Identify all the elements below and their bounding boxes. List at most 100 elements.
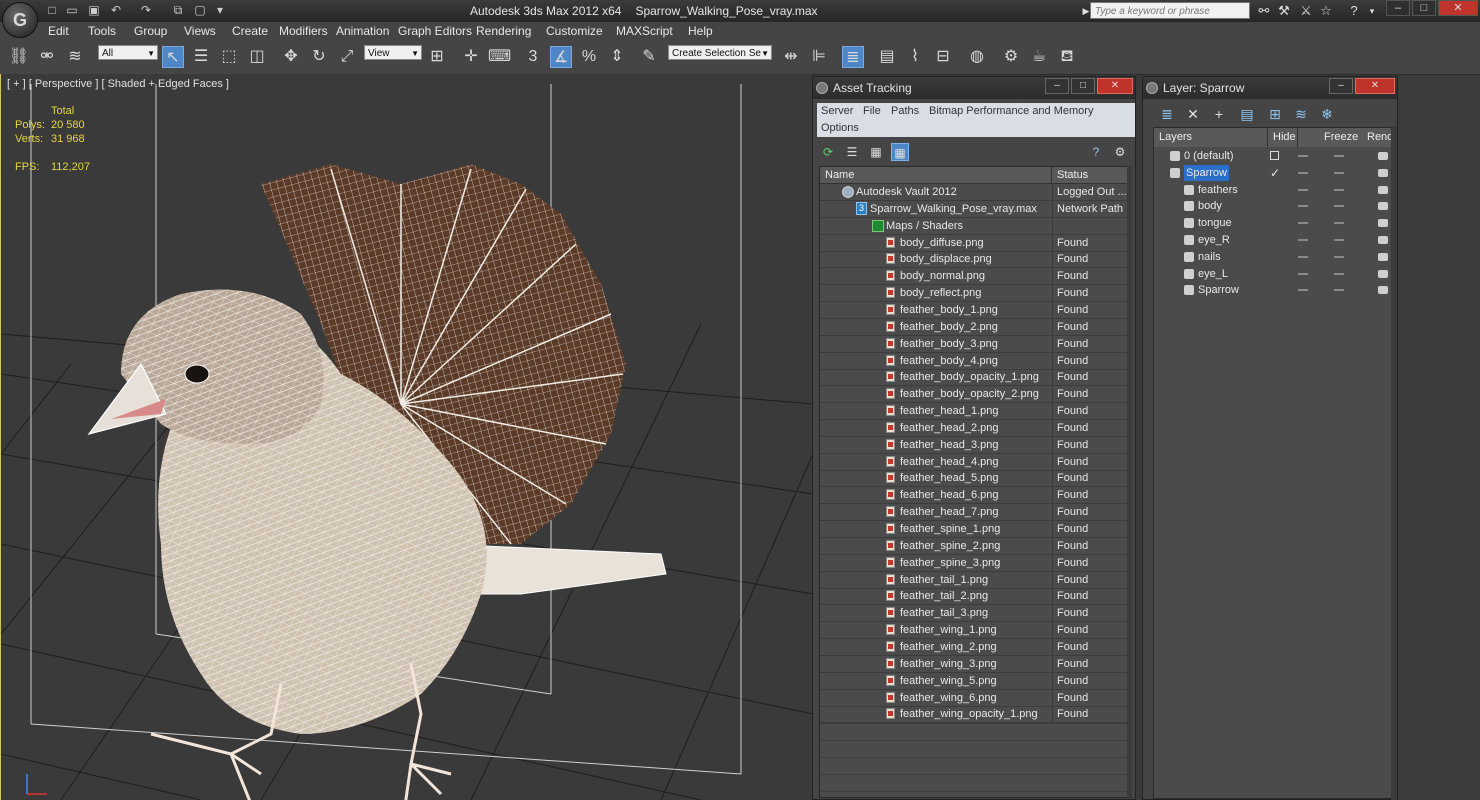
schematic-view-icon[interactable]: ⊟	[932, 46, 954, 68]
asset-scrollbar[interactable]	[1127, 166, 1132, 796]
column-header-layers[interactable]: Layers	[1154, 128, 1268, 147]
asset-menu-server[interactable]: Server	[821, 105, 853, 117]
hide-toggle[interactable]	[1298, 255, 1308, 258]
freeze-toggle[interactable]	[1334, 239, 1344, 241]
freeze-toggle[interactable]	[1334, 255, 1344, 258]
asset-row[interactable]: feather_wing_1.png Found	[820, 622, 1131, 640]
layer-row[interactable]: feathers	[1154, 182, 1394, 199]
asset-row[interactable]: feather_head_1.png Found	[820, 403, 1131, 421]
menu-rendering[interactable]: Rendering	[476, 24, 531, 38]
menu-create[interactable]: Create	[232, 24, 268, 38]
column-header-hide[interactable]: Hide	[1268, 128, 1298, 147]
layer-close-button[interactable]: ✕	[1355, 78, 1395, 94]
help-dropdown-icon[interactable]: ▾	[1364, 3, 1380, 19]
minimize-button[interactable]: –	[1386, 0, 1410, 16]
viewport-label[interactable]: [ + ] [ Perspective ] [ Shaded + Edged F…	[7, 78, 229, 90]
hide-toggle[interactable]	[1298, 155, 1308, 157]
asset-menu-file[interactable]: File	[863, 105, 881, 117]
binoculars-icon[interactable]: ⚯	[1256, 3, 1272, 19]
layer-row[interactable]: Sparrow	[1154, 282, 1394, 299]
select-and-link-icon[interactable]: ⛓	[8, 46, 30, 68]
asset-row[interactable]: feather_head_2.png Found	[820, 419, 1131, 437]
delete-layer-icon[interactable]: ✕	[1183, 104, 1203, 124]
hide-toggle[interactable]	[1298, 272, 1308, 275]
table-view-icon[interactable]: ▦	[891, 143, 909, 161]
asset-minimize-button[interactable]: –	[1045, 78, 1069, 94]
asset-row[interactable]: feather_tail_2.png Found	[820, 588, 1131, 606]
perspective-viewport[interactable]: [ + ] [ Perspective ] [ Shaded + Edged F…	[0, 74, 812, 800]
asset-row[interactable]: feather_body_4.png Found	[820, 352, 1131, 370]
asset-row[interactable]: feather_head_6.png Found	[820, 487, 1131, 505]
hold-icon[interactable]: ⧉	[170, 3, 186, 18]
hide-toggle[interactable]	[1298, 222, 1308, 225]
asset-row[interactable]: feather_tail_1.png Found	[820, 571, 1131, 589]
render-teapot-icon[interactable]	[1378, 168, 1388, 177]
create-layer-icon[interactable]: ≣	[1157, 104, 1177, 124]
snaps-toggle-icon[interactable]: 3	[522, 46, 544, 68]
freeze-toggle[interactable]	[1334, 222, 1344, 225]
asset-row[interactable]: body_reflect.png Found	[820, 285, 1131, 303]
asset-row[interactable]: Autodesk Vault 2012 Logged Out ...	[820, 184, 1131, 201]
layer-row[interactable]: eye_L	[1154, 266, 1394, 283]
menu-views[interactable]: Views	[184, 24, 216, 38]
asset-menu-options[interactable]: Options	[821, 122, 859, 134]
hide-toggle[interactable]	[1298, 239, 1308, 241]
keyboard-shortcut-override-icon[interactable]: ⌨	[488, 46, 511, 68]
select-manipulate-icon[interactable]: ✛	[460, 46, 482, 68]
redo-icon[interactable]: ↷	[138, 3, 154, 18]
column-header-render[interactable]: Rende	[1362, 128, 1394, 147]
add-to-layer-icon[interactable]: +	[1209, 104, 1229, 124]
menu-modifiers[interactable]: Modifiers	[279, 24, 328, 38]
hide-toggle[interactable]	[1298, 188, 1308, 191]
asset-maximize-button[interactable]: □	[1071, 78, 1095, 94]
render-teapot-icon[interactable]	[1378, 236, 1388, 244]
column-header-status[interactable]: Status	[1052, 167, 1131, 184]
select-objects-in-layer-icon[interactable]: ▤	[1237, 104, 1257, 124]
select-and-move-icon[interactable]: ✥	[280, 46, 302, 68]
asset-row[interactable]: feather_wing_5.png Found	[820, 672, 1131, 690]
menu-customize[interactable]: Customize	[546, 24, 603, 38]
asset-row[interactable]: feather_body_3.png Found	[820, 335, 1131, 353]
asset-row[interactable]: feather_head_5.png Found	[820, 470, 1131, 488]
asset-row[interactable]: feather_spine_1.png Found	[820, 521, 1131, 538]
render-teapot-icon[interactable]	[1378, 286, 1388, 295]
menu-help[interactable]: Help	[688, 24, 713, 38]
menu-edit[interactable]: Edit	[48, 24, 69, 38]
list-view-icon[interactable]: ☰	[843, 143, 861, 161]
hide-unhide-all-icon[interactable]: ≋	[1291, 104, 1311, 124]
search-input[interactable]: Type a keyword or phrase	[1090, 2, 1250, 19]
layer-row[interactable]: tongue	[1154, 215, 1394, 232]
asset-row[interactable]: body_displace.png Found	[820, 251, 1131, 269]
asset-row[interactable]: Maps / Shaders	[820, 217, 1131, 235]
use-pivot-point-icon[interactable]: ⊞	[426, 46, 448, 68]
material-editor-icon[interactable]: ◍	[966, 46, 988, 68]
communication-icon[interactable]: ⚔	[1298, 3, 1314, 19]
highlight-selected-layer-icon[interactable]: ⊞	[1265, 104, 1285, 124]
render-teapot-icon[interactable]	[1378, 269, 1388, 278]
asset-row[interactable]: feather_body_opacity_1.png Found	[820, 369, 1131, 387]
asset-row[interactable]: feather_body_2.png Found	[820, 318, 1131, 336]
select-and-scale-icon[interactable]: ⤢	[336, 46, 358, 68]
close-button[interactable]: ✕	[1438, 0, 1478, 16]
freeze-toggle[interactable]	[1334, 205, 1344, 208]
render-teapot-icon[interactable]	[1378, 185, 1388, 194]
maximize-button[interactable]: □	[1412, 0, 1436, 16]
selection-filter-dropdown[interactable]: All ▼	[98, 45, 158, 60]
select-and-rotate-icon[interactable]: ↻	[308, 46, 330, 68]
angle-snap-icon[interactable]: ∡	[550, 46, 572, 68]
window-crossing-icon[interactable]: ◫	[246, 46, 268, 68]
menu-tools[interactable]: Tools	[88, 24, 116, 38]
menu-group[interactable]: Group	[134, 24, 167, 38]
asset-row[interactable]: feather_wing_2.png Found	[820, 638, 1131, 656]
render-teapot-icon[interactable]	[1378, 152, 1388, 160]
layer-panel-titlebar[interactable]: Layer: Sparrow – ✕	[1143, 77, 1397, 99]
curve-editor-icon[interactable]: ⌇	[904, 46, 926, 68]
reference-coordinate-dropdown[interactable]: View ▼	[364, 45, 422, 60]
freeze-toggle[interactable]	[1334, 289, 1344, 292]
asset-row[interactable]: feather_wing_6.png Found	[820, 689, 1131, 707]
asset-menu-paths[interactable]: Paths	[891, 105, 919, 117]
active-layer-check-icon[interactable]: ✓	[1270, 165, 1280, 181]
asset-row[interactable]: feather_wing_opacity_1.png Found	[820, 706, 1131, 724]
render-teapot-icon[interactable]	[1378, 202, 1388, 211]
asset-row[interactable]: 3 Sparrow_Walking_Pose_vray.max Network Pa…	[820, 200, 1131, 218]
